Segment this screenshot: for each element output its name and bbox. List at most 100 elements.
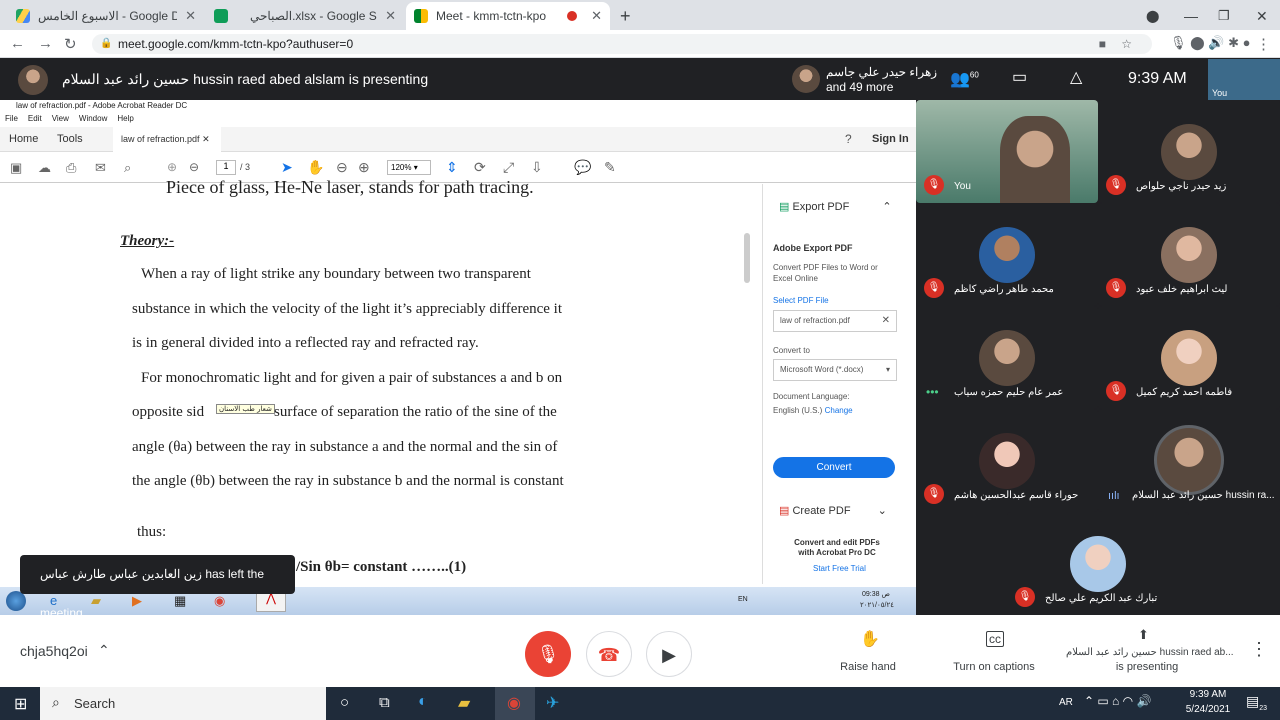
sign-in-link[interactable]: Sign In [872, 133, 909, 145]
taskbar-date[interactable]: 5/24/2021 [1184, 704, 1232, 715]
edge-icon[interactable]: ◐ [418, 693, 428, 711]
new-tab-button[interactable]: + [612, 2, 639, 30]
forward-icon[interactable]: → [38, 35, 53, 52]
help-icon[interactable]: ? [845, 132, 852, 146]
menu-file[interactable]: File [5, 114, 18, 126]
pdf-scrollbar[interactable] [744, 233, 750, 283]
page-up-icon[interactable]: ⊕ [167, 160, 177, 174]
hand-tool-icon[interactable]: ✋ [307, 159, 324, 176]
star-icon[interactable]: ☆ [1121, 34, 1132, 54]
chrome-icon[interactable]: ◉ [214, 593, 225, 609]
close-tab-icon[interactable]: ✕ [385, 8, 396, 24]
presenting-button[interactable]: ⬆ حسين رائد عبد السلام hussin raed ab...… [1066, 627, 1234, 679]
mic-toggle-button[interactable]: 🎙 [525, 631, 571, 677]
taskbar-search-box[interactable]: ⌕ Search [40, 687, 326, 720]
file-explorer-icon[interactable]: ▰ [458, 693, 470, 713]
participant-tile[interactable]: 🎙 حوراء قاسم عبدالحسين هاشم [916, 409, 1098, 512]
participant-tile[interactable]: 🎙 محمد طاهر راضي كاظم [916, 203, 1098, 306]
chat-icon[interactable]: ▭ [1012, 67, 1027, 87]
chrome-taskbar-icon[interactable]: ◉ [495, 687, 535, 720]
close-tab-icon[interactable]: ✕ [591, 8, 602, 24]
tab-google-drive[interactable]: الاسبوع الخامس - Google Drive ✕ [8, 2, 204, 30]
zoom-select[interactable]: 120% ▾ [387, 160, 431, 175]
input-language[interactable]: AR [1059, 697, 1073, 708]
app-icon[interactable]: ▦ [174, 593, 186, 609]
participant-tile[interactable]: 🎙 زيد حيدر ناجي حلواص [1098, 100, 1280, 203]
media-player-icon[interactable]: ▶ [132, 593, 142, 609]
tray-icons[interactable]: ⌃ ▭ ⌂ ◠ 🔊 [1084, 694, 1151, 708]
convert-button[interactable]: Convert [773, 457, 895, 478]
tab-document[interactable]: law of refraction.pdf ✕ [113, 127, 221, 152]
camera-icon[interactable]: ■ [1099, 34, 1106, 54]
url-field[interactable]: 🔒 meet.google.com/kmm-tctn-kpo?authuser=… [92, 34, 1152, 54]
meeting-code[interactable]: chja5hq2oi [20, 643, 88, 659]
tab-tools[interactable]: Tools [57, 133, 83, 145]
reload-icon[interactable]: ↻ [64, 35, 77, 53]
participant-tile[interactable]: 🎙 ليث ابراهيم خلف عبود [1098, 203, 1280, 306]
activities-icon[interactable]: △ [1070, 67, 1082, 87]
fullscreen-icon[interactable]: ⤢ [503, 159, 514, 176]
mail-icon[interactable]: ✉ [95, 160, 106, 176]
camera-toggle-button[interactable]: ▶ [646, 631, 692, 677]
comment-icon[interactable]: 💬 [574, 159, 591, 176]
fit-page-icon[interactable]: ⇕ [446, 159, 458, 176]
menu-window[interactable]: Window [79, 114, 107, 126]
browser-menu-icon[interactable]: ⋮ [1256, 35, 1271, 53]
zoom-in-icon[interactable]: ⊕ [358, 159, 370, 176]
upload-icon[interactable]: ☁ [38, 160, 51, 176]
self-view-tile[interactable]: You [1208, 59, 1280, 100]
chevron-up-icon[interactable]: ⌃ [98, 642, 110, 659]
export-pdf-header[interactable]: ▤ Export PDF ⌃ [779, 200, 892, 213]
change-link[interactable]: Change [825, 406, 853, 415]
notification-icon[interactable]: ▤23 [1246, 693, 1267, 712]
cortana-icon[interactable]: ○ [340, 694, 349, 711]
more-options-icon[interactable]: ⋮ [1250, 639, 1268, 660]
tab-meet[interactable]: Meet - kmm-tctn-kpo ✕ [406, 2, 610, 30]
minimize-window-button[interactable]: — [1176, 2, 1206, 30]
pdf-file-field[interactable]: law of refraction.pdf ✕ [773, 310, 897, 332]
task-view-icon[interactable]: ⧉ [379, 694, 390, 711]
people-icon[interactable]: 👥60 [950, 69, 979, 89]
participant-tile[interactable]: 🎙 فاطمه احمد كريم كميل [1098, 306, 1280, 409]
equation: /Sin θb= constant ……..(1) [296, 559, 467, 575]
close-tab-icon[interactable]: ✕ [185, 8, 196, 24]
page-down-icon[interactable]: ⊖ [189, 160, 199, 174]
save-icon[interactable]: ▣ [10, 160, 22, 176]
create-pdf-header[interactable]: ▤ Create PDF ⌄ [779, 504, 887, 517]
participant-tile[interactable]: ••• عمر عام حليم حمزه سياب [916, 306, 1098, 409]
participant-tile[interactable]: 🎙 تبارك عبد الكريم علي صالح [1007, 512, 1189, 615]
tab-home[interactable]: Home [9, 133, 38, 145]
page-number-input[interactable]: 1 [216, 160, 236, 175]
format-select[interactable]: Microsoft Word (*.docx) ▾ [773, 359, 897, 381]
rotate-icon[interactable]: ⟳ [474, 159, 486, 176]
zoom-out-icon[interactable]: ⊖ [336, 159, 348, 176]
select-tool-icon[interactable]: ➤ [281, 159, 293, 176]
profile-dropdown-icon[interactable]: ⬤ [1138, 2, 1167, 30]
telegram-icon[interactable]: ✈ [546, 693, 559, 713]
windows-start-icon[interactable]: ⊞ [14, 694, 27, 714]
clear-file-icon[interactable]: ✕ [882, 311, 890, 331]
captions-button[interactable]: cc Turn on captions [948, 629, 1040, 679]
close-icon[interactable]: ✕ [202, 134, 210, 144]
leave-call-button[interactable]: ☎ [586, 631, 632, 677]
maximize-window-button[interactable]: ❐ [1210, 2, 1238, 30]
back-icon[interactable]: ← [10, 35, 25, 52]
print-icon[interactable]: ⎙ [66, 160, 76, 176]
pen-icon[interactable]: ✎ [604, 159, 616, 176]
avatar [1161, 227, 1217, 283]
participant-tile-presenter[interactable]: ıılı حسين رائد عبد السلام hussin ra... [1098, 409, 1280, 512]
tab-google-sheets[interactable]: الصباحي.xlsx - Google Sheets ✕ [206, 2, 404, 30]
close-window-button[interactable]: ✕ [1248, 2, 1276, 30]
extension-icons[interactable]: 🎙 ⬤ 🔊 ✱ ● [1170, 35, 1250, 51]
folder-icon[interactable]: ▰ [91, 593, 101, 609]
start-orb-icon[interactable] [6, 591, 26, 611]
free-trial-link[interactable]: Start Free Trial [813, 564, 866, 573]
menu-edit[interactable]: Edit [28, 114, 42, 126]
menu-help[interactable]: Help [117, 114, 133, 126]
raise-hand-button[interactable]: ✋ Raise hand [836, 629, 900, 679]
search-icon[interactable]: ⌕ [124, 160, 131, 176]
taskbar-time[interactable]: 9:39 AM [1188, 689, 1228, 700]
scroll-mode-icon[interactable]: ⇩ [531, 159, 543, 176]
menu-view[interactable]: View [52, 114, 69, 126]
participant-tile-self[interactable]: 🎙 You [916, 100, 1098, 203]
